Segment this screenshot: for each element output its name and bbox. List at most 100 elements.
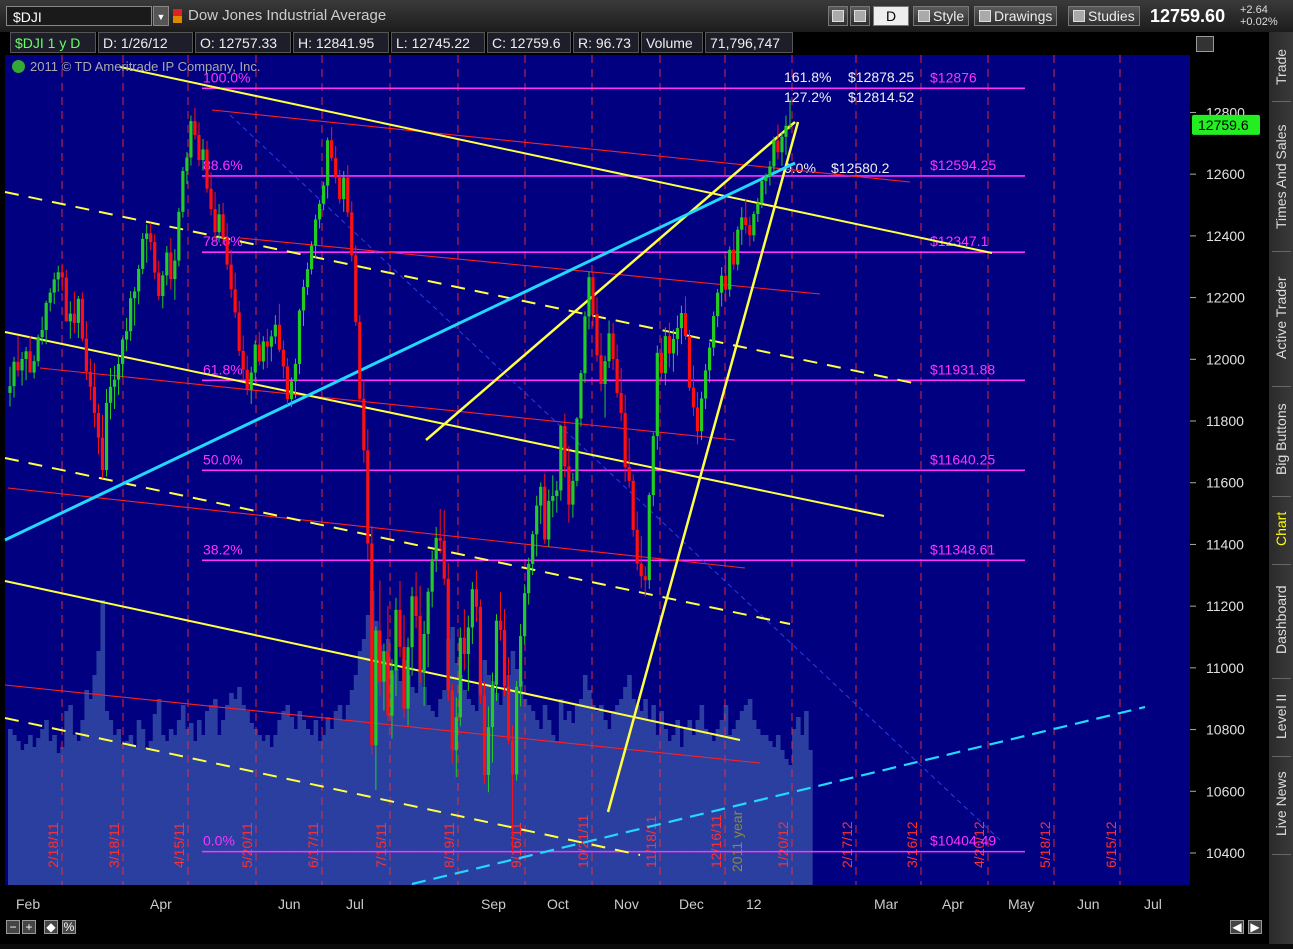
percent-scale-button[interactable]: % xyxy=(62,920,76,934)
volume-bar xyxy=(192,741,198,885)
candle-body xyxy=(671,338,676,354)
month-label: May xyxy=(1008,896,1034,912)
drawing-mode-icon[interactable]: ◆ xyxy=(44,920,58,934)
volume-bar xyxy=(498,705,504,885)
symbol-input[interactable]: $DJI xyxy=(6,6,152,26)
volume-bar xyxy=(562,720,568,885)
price-tick-label: 12400 xyxy=(1206,228,1245,244)
sidebar-tab-big-buttons[interactable]: Big Buttons xyxy=(1269,387,1293,492)
volume-bar xyxy=(221,720,226,885)
top-toolbar: $DJI ▼ Dow Jones Industrial Average D St… xyxy=(0,0,1293,33)
month-label: Nov xyxy=(614,896,639,912)
sidebar-tab-dashboard[interactable]: Dashboard xyxy=(1269,566,1293,674)
candle-body xyxy=(551,495,555,501)
candle-body xyxy=(181,171,185,212)
volume-bar xyxy=(128,735,134,885)
sidebar-tab-trade[interactable]: Trade xyxy=(1269,37,1293,97)
zoom-in-button[interactable]: + xyxy=(22,920,36,934)
volume-bar xyxy=(474,711,480,885)
symbol-dropdown-button[interactable]: ▼ xyxy=(153,6,169,26)
volume-bar xyxy=(414,693,419,885)
flag-icon[interactable] xyxy=(173,9,182,23)
candle-body xyxy=(88,371,93,387)
candle-body xyxy=(502,629,507,687)
volume-bar xyxy=(558,699,564,885)
candle-body xyxy=(277,324,281,350)
chart-panel[interactable]: 2/18/11 3/18/11 4/15/11 5/20/11 6/17/11 7/15/… xyxy=(0,32,1268,944)
volume-bar xyxy=(635,705,640,885)
volume-bar xyxy=(76,741,81,885)
candle-body xyxy=(748,225,752,236)
studies-icon xyxy=(1073,10,1085,22)
candle-body xyxy=(28,351,32,373)
candle-body xyxy=(40,329,44,338)
volume-bar xyxy=(345,705,351,885)
month-label: Apr xyxy=(150,896,172,912)
link-tool-button[interactable] xyxy=(850,6,870,26)
candle-body xyxy=(60,272,64,278)
candle-body xyxy=(56,272,60,280)
candle-body xyxy=(442,540,446,579)
sidebar-tab-level-ii[interactable]: Level II xyxy=(1269,680,1293,752)
scroll-right-button[interactable]: ▶ xyxy=(1248,920,1262,934)
candle-body xyxy=(410,596,414,648)
volume-bar xyxy=(695,720,701,885)
style-button[interactable]: Style xyxy=(913,6,970,26)
info-close: C: 12759.6 xyxy=(487,32,571,53)
volume-bar xyxy=(277,720,282,885)
extension-percent-label: 0.0% xyxy=(784,160,816,176)
pencil-icon xyxy=(979,10,991,22)
volume-bar xyxy=(763,735,769,885)
candle-body xyxy=(249,372,253,390)
price-tick-label: 10400 xyxy=(1206,845,1245,861)
sidebar-tab-active-trader[interactable]: Active Trader xyxy=(1269,254,1293,382)
zoom-out-button[interactable]: − xyxy=(6,920,20,934)
candle-body xyxy=(108,386,113,403)
candle-body xyxy=(446,578,450,691)
candle-body xyxy=(124,331,129,340)
crosshair-tool-button[interactable] xyxy=(828,6,848,26)
scroll-left-button[interactable]: ◀ xyxy=(1230,920,1244,934)
candle-body xyxy=(647,495,651,581)
candle-body xyxy=(788,124,792,126)
candle-body xyxy=(599,355,603,384)
volume-bar xyxy=(209,705,214,885)
volume-bar xyxy=(542,705,548,885)
candle-body xyxy=(555,490,559,496)
fib-percent-label: 0.0% xyxy=(203,833,235,849)
drawings-button[interactable]: Drawings xyxy=(974,6,1058,26)
candle-body xyxy=(567,466,571,505)
candle-body xyxy=(482,695,487,775)
month-label: Dec xyxy=(679,896,704,912)
candle-body xyxy=(394,609,398,671)
date-marker-label: 2/17/12 xyxy=(839,821,855,868)
candle-body xyxy=(406,647,410,709)
price-chart[interactable]: 2/18/11 3/18/11 4/15/11 5/20/11 6/17/11 7/15/… xyxy=(0,32,1268,944)
candle-body xyxy=(454,717,458,751)
month-label: Sep xyxy=(481,896,506,912)
volume-bar xyxy=(261,741,266,885)
chart-settings-icon[interactable] xyxy=(1196,36,1214,52)
sidebar-tab-live-news[interactable]: Live News xyxy=(1269,757,1293,850)
volume-bar xyxy=(20,750,25,885)
volume-bar xyxy=(164,741,170,885)
candle-body xyxy=(539,486,543,506)
studies-button[interactable]: Studies xyxy=(1068,6,1140,26)
candle-body xyxy=(744,217,748,226)
period-button[interactable]: D xyxy=(873,6,909,26)
candle-body xyxy=(776,140,780,153)
candle-body xyxy=(342,177,346,200)
symbol-description: Dow Jones Industrial Average xyxy=(188,7,387,24)
candle-body xyxy=(366,450,370,544)
candle-body xyxy=(92,386,97,413)
volume-bar xyxy=(213,699,218,885)
volume-bar xyxy=(229,693,234,885)
sidebar-tab-chart[interactable]: Chart xyxy=(1269,498,1293,560)
month-label: Mar xyxy=(874,896,898,912)
candle-body xyxy=(221,214,225,238)
sidebar-tab-times-and-sales[interactable]: Times And Sales xyxy=(1269,107,1293,247)
date-marker-label: 2/18/11 xyxy=(45,822,61,868)
candle-body xyxy=(237,312,241,351)
info-icon[interactable] xyxy=(12,60,25,73)
volume-bar xyxy=(225,705,230,885)
